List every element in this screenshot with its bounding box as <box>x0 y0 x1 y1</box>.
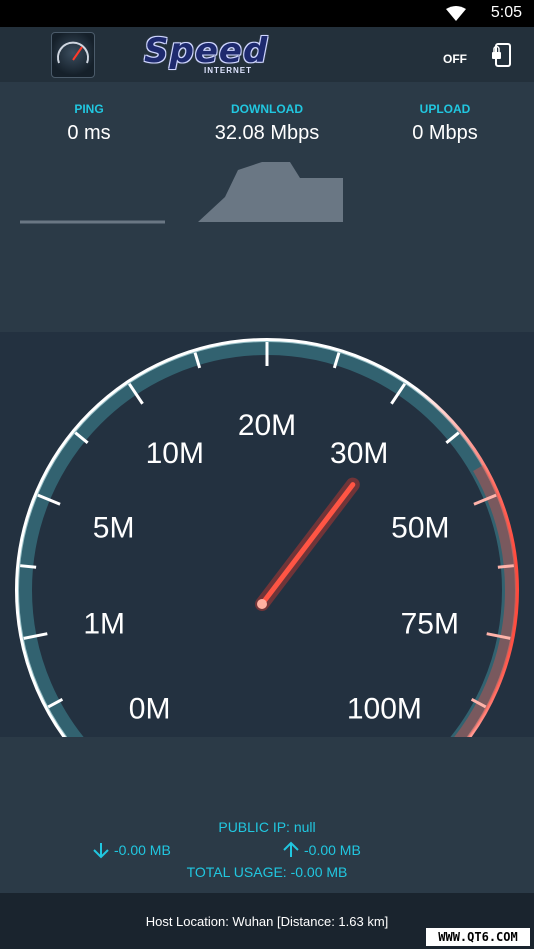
upload-usage: -0.00 MB <box>282 841 361 859</box>
status-bar: 5:05 <box>0 0 534 27</box>
gauge-scale-label: 30M <box>330 437 388 470</box>
download-usage-value: -0.00 MB <box>114 842 171 858</box>
gauge-needle <box>255 477 360 611</box>
gauge-scale-label: 1M <box>83 607 125 640</box>
download-usage: -0.00 MB <box>92 841 171 859</box>
gauge-scale-label: 20M <box>238 409 296 442</box>
speed-internet-logo: Speed INTERNET <box>144 31 304 77</box>
gauge-scale-label: 5M <box>93 511 135 544</box>
logo-sub: INTERNET <box>204 66 252 75</box>
gauge-scale-label: 100M <box>347 692 422 725</box>
public-ip: PUBLIC IP: null <box>218 819 316 835</box>
gauge-dial: 0M 1M 5M 10M 20M 30M 50M 75M 100M <box>15 338 519 737</box>
stats-panel: PING 0 ms DOWNLOAD 32.08 Mbps UPLOAD 0 M… <box>0 82 534 332</box>
logo-word: Speed <box>144 31 269 71</box>
arrow-up-icon <box>283 841 299 857</box>
gauge-red-zone <box>454 465 517 737</box>
host-location: Host Location: Wuhan [Distance: 1.63 km] <box>145 914 389 929</box>
total-usage: TOTAL USAGE: -0.00 MB <box>186 864 348 880</box>
speedometer-app-icon[interactable] <box>51 32 95 78</box>
lock-toggle-label[interactable]: OFF <box>443 52 467 66</box>
gauge-tick <box>497 564 514 569</box>
speed-gauge: 0M 1M 5M 10M 20M 30M 50M 75M 100M <box>0 332 534 737</box>
arrow-down-icon <box>93 843 109 859</box>
gauge-tick <box>20 564 37 569</box>
mini-graphs <box>20 162 343 224</box>
gauge-scale-label: 75M <box>401 607 459 640</box>
watermark: WWW.QT6.COM <box>426 928 530 946</box>
gauge-scale-label: 0M <box>129 692 171 725</box>
download-graph <box>198 162 343 222</box>
wifi-icon <box>446 6 466 21</box>
footer: Host Location: Wuhan [Distance: 1.63 km]… <box>0 893 534 949</box>
upload-usage-value: -0.00 MB <box>304 842 361 858</box>
status-time: 5:05 <box>490 4 522 21</box>
usage-panel: PUBLIC IP: null -0.00 MB -0.00 MB TOTAL … <box>0 737 534 893</box>
gauge-scale-labels: 0M 1M 5M 10M 20M 30M 50M 75M 100M <box>83 409 459 725</box>
gauge-scale-label: 50M <box>391 511 449 544</box>
screen-lock-icon[interactable] <box>490 42 514 68</box>
gauge-scale-label: 10M <box>146 437 204 470</box>
